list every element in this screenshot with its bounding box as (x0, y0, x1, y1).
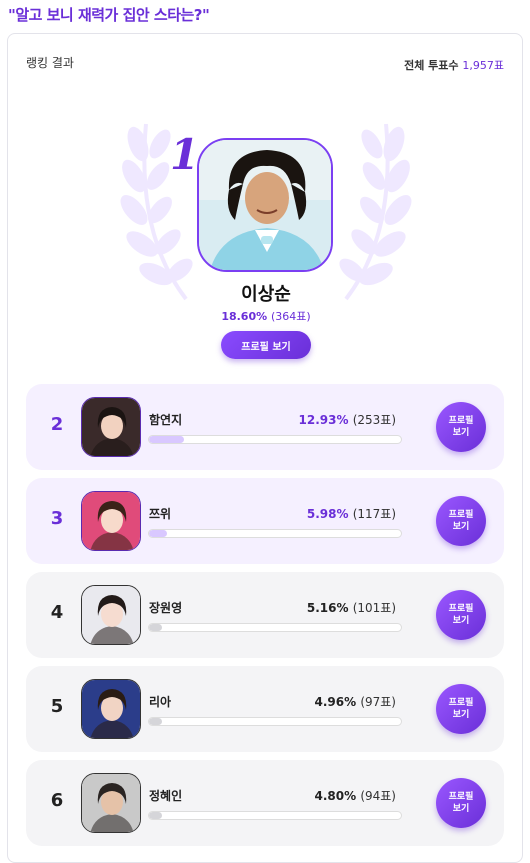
profile-button[interactable]: 프로필 보기 (436, 496, 486, 546)
row-percent-value: 4.80% (314, 789, 357, 803)
ranking-row: 6 정혜인 4.80% (94표) 프로필 보기 (26, 760, 504, 846)
vote-progress-fill (149, 436, 185, 443)
row-percent: 5.16% (101표) (307, 599, 396, 616)
row-percent: 4.80% (94표) (314, 787, 396, 804)
row-name: 함연지 (149, 413, 183, 427)
row-percent: 4.96% (97표) (314, 693, 396, 710)
avatar-image (82, 586, 140, 644)
profile-button[interactable]: 프로필 보기 (436, 590, 486, 640)
row-votes: (101표) (352, 601, 396, 615)
winner-photo[interactable] (197, 138, 333, 272)
ranking-card: 랭킹 결과 전체 투표수 1,957표 1 이상순 18.60% (364표) … (7, 33, 523, 863)
row-thumbnail[interactable] (81, 773, 141, 833)
row-rank: 6 (50, 790, 64, 811)
vote-progress-bar (148, 529, 402, 538)
avatar-image (82, 774, 140, 832)
profile-button[interactable]: 프로필 보기 (436, 778, 486, 828)
row-percent-value: 12.93% (298, 413, 349, 427)
row-percent: 12.93% (253표) (299, 411, 396, 428)
row-votes: (253표) (352, 413, 396, 427)
vote-progress-bar (148, 623, 402, 632)
row-percent-value: 4.96% (314, 695, 357, 709)
row-rank: 4 (50, 602, 64, 623)
row-rank: 5 (50, 696, 64, 717)
row-percent-value: 5.16% (306, 601, 349, 615)
row-percent-value: 5.98% (306, 507, 349, 521)
row-votes: (94표) (360, 789, 396, 803)
avatar-image (82, 492, 140, 550)
row-rank: 3 (50, 508, 64, 529)
ranking-row: 2 함연지 12.93% (253표) 프로필 보기 (26, 384, 504, 470)
winner-profile-button[interactable]: 프로필 보기 (221, 331, 311, 359)
row-name: 쯔위 (149, 507, 172, 521)
row-thumbnail[interactable] (81, 491, 141, 551)
row-thumbnail[interactable] (81, 585, 141, 645)
avatar-image (82, 680, 140, 738)
row-rank: 2 (50, 414, 64, 435)
row-thumbnail[interactable] (81, 397, 141, 457)
row-percent: 5.98% (117표) (307, 505, 396, 522)
row-thumbnail[interactable] (81, 679, 141, 739)
winner-percent: 18.60% (364표) (8, 308, 524, 324)
vote-progress-bar (148, 435, 402, 444)
total-votes: 전체 투표수 1,957표 (404, 57, 504, 73)
laurel-right-icon (339, 123, 412, 301)
ranking-row: 3 쯔위 5.98% (117표) 프로필 보기 (26, 478, 504, 564)
vote-progress-fill (149, 718, 162, 725)
profile-button[interactable]: 프로필 보기 (436, 684, 486, 734)
avatar-image (82, 398, 140, 456)
row-name: 정혜인 (149, 789, 183, 803)
ranking-row: 5 리아 4.96% (97표) 프로필 보기 (26, 666, 504, 752)
row-name: 장원영 (149, 601, 183, 615)
ranking-title: 랭킹 결과 (26, 56, 74, 70)
winner-percent-value: 18.60% (221, 310, 268, 323)
ranking-row: 4 장원영 5.16% (101표) 프로필 보기 (26, 572, 504, 658)
winner-name: 이상순 (241, 284, 291, 305)
total-votes-label: 전체 투표수 (404, 59, 459, 72)
winner-rank: 1 (170, 130, 200, 179)
total-votes-value: 1,957표 (462, 59, 504, 72)
profile-button[interactable]: 프로필 보기 (436, 402, 486, 452)
winner-votes: (364표) (270, 310, 311, 323)
row-votes: (97표) (360, 695, 396, 709)
vote-progress-bar (148, 811, 402, 820)
page-title: "알고 보니 재력가 집안 스타는?" (8, 6, 210, 24)
vote-progress-fill (149, 624, 162, 631)
vote-progress-fill (149, 530, 167, 537)
row-votes: (117표) (352, 507, 396, 521)
winner-avatar-image (199, 140, 331, 270)
vote-progress-bar (148, 717, 402, 726)
row-name: 리아 (149, 695, 172, 709)
vote-progress-fill (149, 812, 162, 819)
